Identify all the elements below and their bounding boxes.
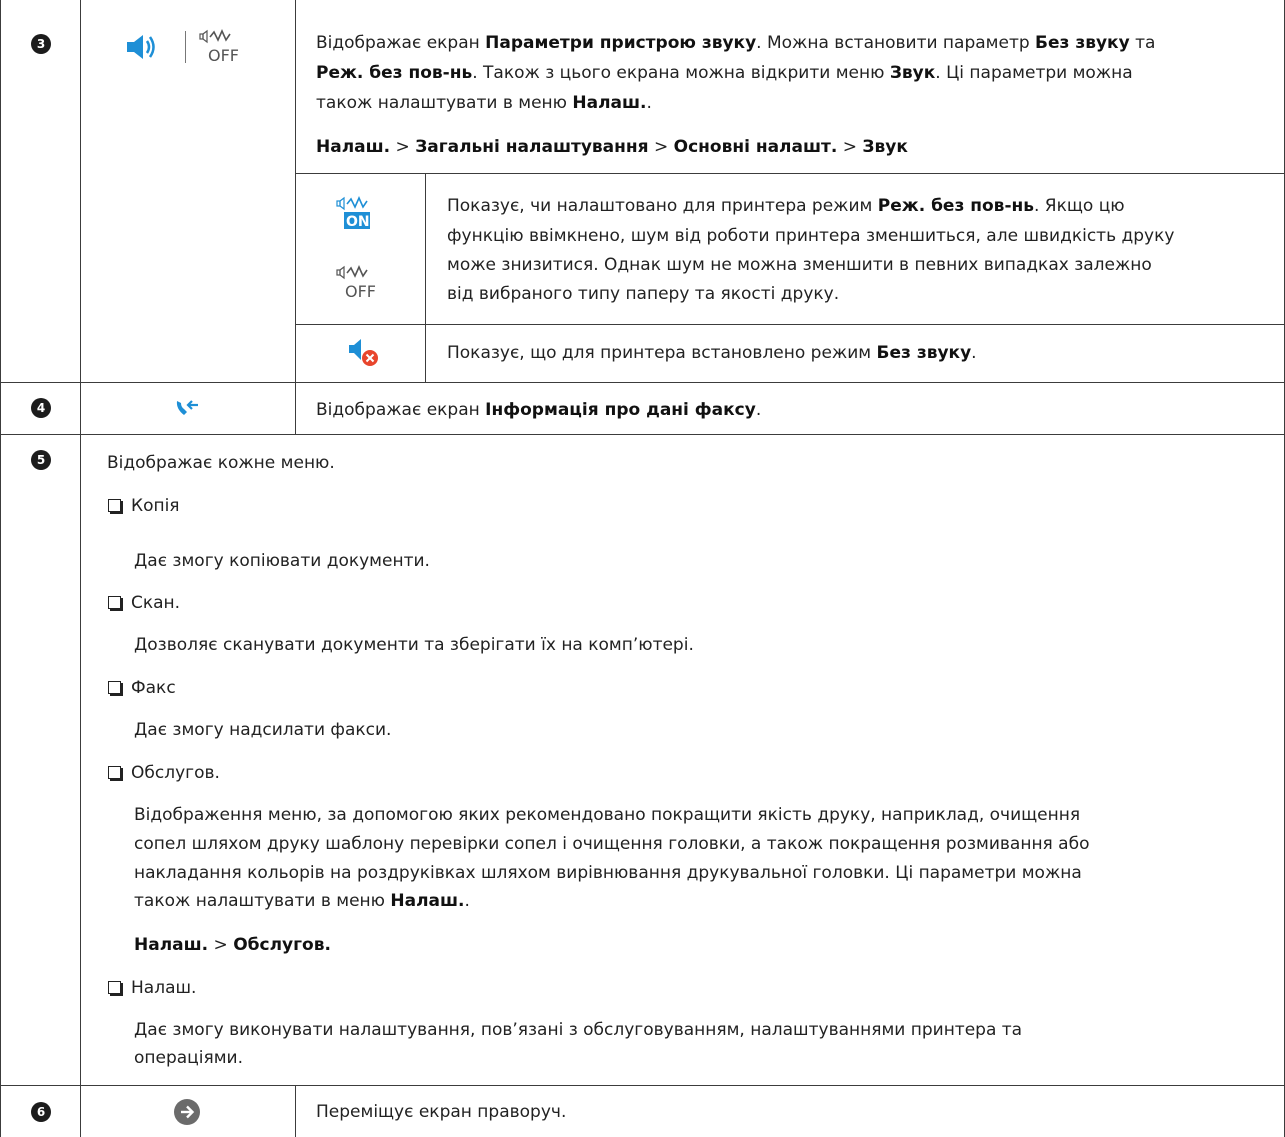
checkbox-bullet-icon: [108, 766, 121, 779]
table-border-left: [0, 0, 1, 1137]
icon-separator: [185, 31, 186, 63]
quiet-mode-on-icon: ON: [335, 195, 395, 236]
r5-item-maintenance: Обслугов.: [108, 760, 220, 787]
r3-sub1-line2: функцію ввімкнено, шум від роботи принте…: [447, 226, 1175, 246]
svg-text:OFF: OFF: [208, 46, 239, 64]
r5-scan-desc: Дозволяє сканувати документи та зберігат…: [134, 635, 694, 655]
r5-settings-line2: операціями.: [134, 1048, 243, 1068]
subtable-middle: [295, 324, 1285, 325]
r3-sub1-line1: Показує, чи налаштовано для принтера реж…: [447, 196, 1125, 216]
arrow-right-icon: [173, 1098, 201, 1131]
r5-item-copy: Копія: [108, 493, 180, 520]
r3-menu-path: Налаш. > Загальні налаштування > Основні…: [316, 137, 908, 157]
row-divider-5-6: [0, 1085, 1285, 1086]
col-divider-icon-r3: [295, 0, 296, 434]
row-number-5: 5: [31, 450, 51, 470]
r5-copy-desc: Дає змогу копіювати документи.: [134, 551, 430, 571]
row-number-4: 4: [31, 398, 51, 418]
r3-sub1-line3: може знизитися. Однак шум не можна зменш…: [447, 255, 1152, 275]
r5-maint-line3: накладання кольорів на роздруківках шлях…: [134, 863, 1082, 883]
r5-maint-path: Налаш. > Обслугов.: [134, 935, 331, 955]
r5-item-scan: Скан.: [108, 590, 180, 617]
col-divider-number: [80, 0, 81, 1137]
r5-fax-desc: Дає змогу надсилати факси.: [134, 720, 392, 740]
checkbox-bullet-icon: [108, 681, 121, 694]
row-number-3: 3: [31, 34, 51, 54]
r3-intro-line2: Реж. без пов-нь. Також з цього екрана мо…: [316, 63, 1133, 83]
svg-text:OFF: OFF: [345, 282, 376, 300]
subtable-top: [295, 173, 1285, 174]
row-number-6: 6: [31, 1102, 51, 1122]
svg-text:ON: ON: [346, 214, 370, 230]
r5-item-fax: Факс: [108, 675, 176, 702]
r5-maint-line4: також налаштувати в меню Налаш..: [134, 891, 470, 911]
r3-intro-line1: Відображає екран Параметри пристрою звук…: [316, 33, 1156, 53]
col-divider-icon-r4: [295, 382, 296, 434]
fax-data-info-icon: [174, 397, 200, 424]
mute-icon: [348, 336, 382, 375]
checkbox-bullet-icon: [108, 499, 121, 512]
quiet-mode-off-icon-sub: OFF: [335, 264, 395, 305]
col-divider-icon-r6: [295, 1085, 296, 1137]
row-divider-3-4: [0, 382, 1285, 383]
r3-intro-line3: також налаштувати в меню Налаш..: [316, 93, 652, 113]
row-divider-4-5: [0, 434, 1285, 435]
checkbox-bullet-icon: [108, 596, 121, 609]
r3-sub1-line4: від вибраного типу паперу та якості друк…: [447, 284, 840, 304]
r5-maint-line1: Відображення меню, за допомогою яких рек…: [134, 805, 1081, 825]
quiet-mode-off-icon: OFF: [198, 28, 258, 69]
checkbox-bullet-icon: [108, 981, 121, 994]
subtable-divider: [425, 173, 426, 382]
r4-text: Відображає екран Інформація про дані фак…: [316, 400, 762, 420]
r6-text: Переміщує екран праворуч.: [316, 1102, 567, 1122]
r5-settings-line1: Дає змогу виконувати налаштування, пов’я…: [134, 1020, 1023, 1040]
r5-item-settings: Налаш.: [108, 975, 196, 1002]
r5-maint-line2: сопел шляхом друку шаблону перевірки соп…: [134, 834, 1090, 854]
r3-sub2: Показує, що для принтера встановлено реж…: [447, 343, 977, 363]
speaker-icon: [126, 33, 158, 66]
page: 3 OFF Відображає екран Параметри пристро…: [0, 0, 1285, 1137]
r5-intro: Відображає кожне меню.: [107, 453, 335, 473]
